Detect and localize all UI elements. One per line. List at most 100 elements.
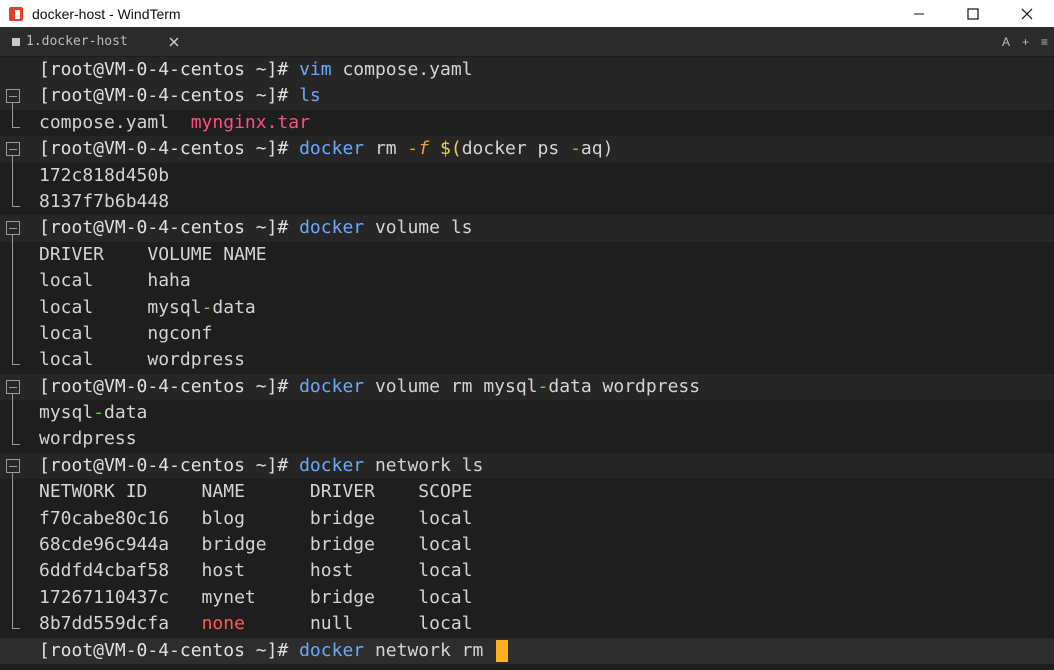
output-text: local haha bbox=[39, 270, 191, 292]
output-text: DRIVER VOLUME NAME bbox=[39, 243, 267, 265]
tab-close-button[interactable] bbox=[166, 34, 182, 50]
terminal-line: NETWORK ID NAME DRIVER SCOPE bbox=[0, 479, 1054, 505]
font-size-button[interactable]: A bbox=[1002, 35, 1010, 49]
terminal-line: local ngconf bbox=[0, 321, 1054, 347]
title-bar: docker-host - WindTerm bbox=[0, 0, 1054, 27]
close-icon bbox=[169, 37, 179, 46]
output-dash: - bbox=[93, 402, 105, 424]
terminal-current-line[interactable]: [root@VM-0-4-centos ~]# docker network r… bbox=[0, 637, 1054, 664]
command-args: network rm bbox=[364, 639, 495, 661]
output-text: wordpress bbox=[39, 428, 137, 450]
maximize-button[interactable] bbox=[946, 0, 1000, 27]
terminal-line: [root@VM-0-4-centos ~]# docker network l… bbox=[0, 452, 1054, 480]
prompt: [root@VM-0-4-centos ~]# bbox=[39, 375, 289, 397]
terminal-line: local wordpress bbox=[0, 347, 1054, 373]
command-args: docker ps bbox=[461, 138, 571, 160]
terminal-line: 6ddfd4cbaf58 host host local bbox=[0, 558, 1054, 584]
output-text: 172c818d450b bbox=[39, 164, 170, 186]
command-args: aq) bbox=[580, 138, 614, 160]
command-dash: - bbox=[570, 138, 581, 160]
prompt: [root@VM-0-4-centos ~]# bbox=[39, 59, 289, 80]
output-text: compose.yaml bbox=[39, 111, 191, 133]
output-text: NETWORK ID NAME DRIVER SCOPE bbox=[39, 481, 473, 503]
terminal-line: [root@VM-0-4-centos ~]# vim compose.yaml bbox=[0, 57, 1054, 84]
terminal-line: 17267110437c mynet bridge local bbox=[0, 585, 1054, 611]
window-title: docker-host - WindTerm bbox=[32, 5, 181, 22]
fold-guide-end bbox=[12, 628, 20, 629]
tab-label: 1.docker-host bbox=[26, 34, 128, 49]
terminal-line: wordpress bbox=[0, 426, 1054, 452]
command-name: docker bbox=[299, 217, 365, 239]
command-substitution: $( bbox=[440, 138, 462, 160]
terminal-line: [root@VM-0-4-centos ~]# docker volume rm… bbox=[0, 373, 1054, 401]
terminal-output[interactable]: [root@VM-0-4-centos ~]# vim compose.yaml… bbox=[0, 56, 1054, 670]
fold-guide-end bbox=[12, 206, 20, 207]
output-text: local mysql bbox=[39, 296, 202, 318]
command-args: volume ls bbox=[364, 217, 473, 239]
terminal-line: 8137f7b6b448 bbox=[0, 189, 1054, 215]
command-name: ls bbox=[299, 85, 321, 107]
tab-docker-host[interactable]: 1.docker-host bbox=[0, 27, 190, 56]
command-name: docker bbox=[299, 375, 365, 397]
output-text: 6ddfd4cbaf58 host host local bbox=[39, 560, 473, 582]
new-tab-button[interactable]: + bbox=[1022, 35, 1029, 49]
terminal-line: 68cde96c944a bridge bridge local bbox=[0, 532, 1054, 558]
terminal-line: 8b7dd559dcfa none null local bbox=[0, 611, 1054, 637]
tab-status-icon bbox=[12, 37, 20, 46]
tab-bar: 1.docker-host A + ≡ bbox=[0, 27, 1054, 56]
terminal-line: local mysql-data bbox=[0, 295, 1054, 321]
output-text: data bbox=[104, 402, 148, 424]
tab-menu-button[interactable]: ≡ bbox=[1041, 35, 1048, 49]
command-args: network ls bbox=[364, 454, 484, 476]
terminal-line: f70cabe80c16 blog bridge local bbox=[0, 506, 1054, 532]
fold-guide bbox=[12, 103, 13, 127]
fold-guide bbox=[12, 156, 13, 206]
output-text: 17267110437c mynet bridge local bbox=[39, 586, 473, 608]
output-text: mysql bbox=[39, 402, 94, 424]
windterm-app-icon bbox=[9, 6, 23, 21]
command-name: docker bbox=[299, 138, 365, 160]
maximize-icon bbox=[967, 7, 979, 20]
command-space bbox=[429, 138, 440, 159]
command-name: vim bbox=[299, 59, 332, 80]
terminal-line: 172c818d450b bbox=[0, 163, 1054, 189]
output-text: local wordpress bbox=[39, 349, 245, 371]
tab-bar-actions: A + ≡ bbox=[1002, 27, 1048, 56]
command-name: docker bbox=[299, 454, 365, 476]
output-text: 68cde96c944a bridge bridge local bbox=[39, 534, 473, 556]
window-controls bbox=[892, 0, 1054, 27]
minimize-icon bbox=[914, 13, 924, 14]
command-flag: -f bbox=[407, 138, 430, 160]
close-button[interactable] bbox=[1000, 0, 1054, 27]
fold-guide-end bbox=[12, 364, 20, 365]
prompt: [root@VM-0-4-centos ~]# bbox=[39, 217, 289, 239]
command-args: rm bbox=[364, 138, 408, 160]
prompt: [root@VM-0-4-centos ~]# bbox=[39, 138, 289, 160]
output-text: null local bbox=[244, 613, 473, 635]
output-text: f70cabe80c16 blog bridge local bbox=[39, 507, 473, 529]
prompt: [root@VM-0-4-centos ~]# bbox=[39, 639, 289, 661]
output-dash: - bbox=[201, 296, 213, 318]
terminal-line: mysql-data bbox=[0, 400, 1054, 426]
terminal-line: DRIVER VOLUME NAME bbox=[0, 242, 1054, 268]
prompt: [root@VM-0-4-centos ~]# bbox=[39, 454, 289, 476]
command-dash: - bbox=[537, 375, 549, 397]
minimize-button[interactable] bbox=[892, 0, 946, 27]
fold-guide bbox=[12, 235, 13, 364]
output-archive-file: mynginx.tar bbox=[190, 111, 310, 133]
text-cursor bbox=[496, 639, 509, 662]
output-text: 8b7dd559dcfa bbox=[39, 613, 202, 635]
output-text: 8137f7b6b448 bbox=[39, 190, 170, 212]
terminal-line: compose.yaml mynginx.tar bbox=[0, 110, 1054, 136]
terminal-line: [root@VM-0-4-centos ~]# docker volume ls bbox=[0, 215, 1054, 242]
close-icon bbox=[1021, 8, 1033, 19]
fold-guide bbox=[12, 394, 13, 444]
command-args: compose.yaml bbox=[331, 59, 473, 80]
prompt: [root@VM-0-4-centos ~]# bbox=[39, 85, 289, 107]
command-name: docker bbox=[299, 639, 365, 661]
terminal-line: [root@VM-0-4-centos ~]# docker rm -f $(d… bbox=[0, 136, 1054, 163]
fold-gutter bbox=[0, 56, 30, 670]
output-text: data bbox=[212, 296, 256, 318]
output-text: local ngconf bbox=[39, 322, 213, 344]
terminal-line: local haha bbox=[0, 268, 1054, 294]
